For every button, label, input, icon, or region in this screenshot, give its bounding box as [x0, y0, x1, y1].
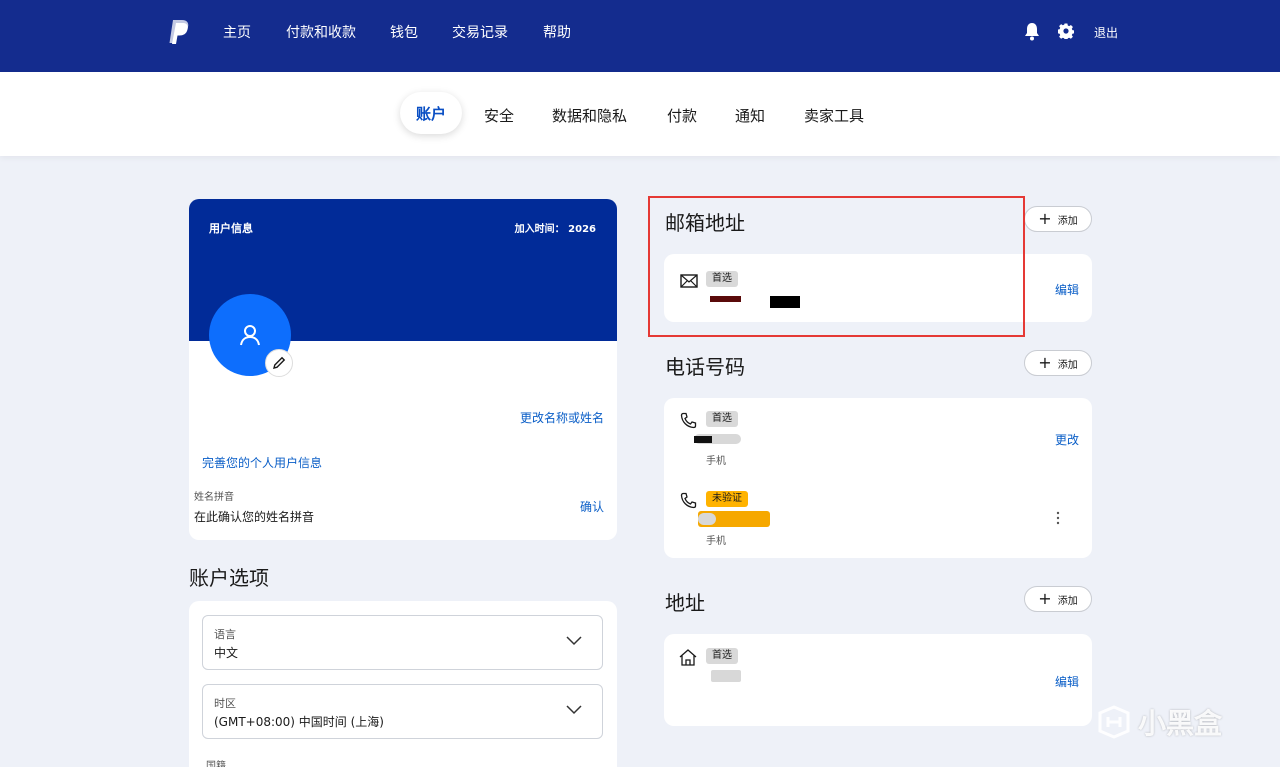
timezone-label: 时区	[214, 697, 236, 710]
plus-icon: +	[1038, 589, 1052, 608]
phone-section-title: 电话号码	[665, 355, 745, 379]
tab-notifications[interactable]: 通知	[735, 105, 765, 126]
redacted-email	[770, 296, 800, 308]
language-select[interactable]: 语言 中文	[202, 615, 603, 670]
edit-address-link[interactable]: 编辑	[1055, 673, 1079, 690]
nav-activity[interactable]: 交易记录	[452, 22, 508, 42]
unverified-badge: 未验证	[706, 491, 748, 507]
email-section-title: 邮箱地址	[665, 211, 745, 235]
chevron-down-icon	[566, 636, 582, 646]
add-email-button[interactable]: + 添加	[1024, 206, 1092, 232]
logout-link[interactable]: 退出	[1094, 24, 1118, 41]
account-options-card: 语言 中文 时区 (GMT+08:00) 中国时间 (上海) 国籍	[189, 601, 617, 767]
preferred-badge: 首选	[706, 271, 738, 287]
confirm-pinyin-link[interactable]: 确认	[580, 498, 604, 515]
tab-account[interactable]: 账户	[400, 92, 462, 134]
user-info-title: 用户信息	[209, 222, 253, 235]
watermark: 小黑盒	[1096, 702, 1222, 742]
redacted-address	[711, 670, 741, 682]
more-options-icon[interactable]	[1056, 511, 1060, 525]
paypal-logo[interactable]	[168, 19, 190, 45]
add-phone-button[interactable]: + 添加	[1024, 350, 1092, 376]
nav-wallet[interactable]: 钱包	[390, 22, 418, 42]
language-value: 中文	[214, 646, 239, 660]
nationality-label: 国籍	[206, 761, 226, 767]
chevron-down-icon	[566, 705, 582, 715]
mail-icon	[680, 274, 698, 288]
redacted-phone	[694, 436, 712, 443]
add-address-label: 添加	[1057, 595, 1078, 607]
change-phone-link[interactable]: 更改	[1055, 431, 1079, 448]
phone-icon	[680, 492, 697, 509]
phone-icon	[680, 412, 697, 429]
watermark-text: 小黑盒	[1138, 707, 1223, 740]
preferred-badge: 首选	[706, 411, 738, 427]
email-card: 首选 编辑	[664, 254, 1092, 322]
phone-type-label: 手机	[706, 456, 726, 467]
edit-avatar-button[interactable]	[265, 349, 293, 377]
timezone-select[interactable]: 时区 (GMT+08:00) 中国时间 (上海)	[202, 684, 603, 739]
gear-icon[interactable]	[1058, 23, 1074, 39]
top-navbar: 主页 付款和收款 钱包 交易记录 帮助 退出	[0, 0, 1280, 72]
address-card: 首选 编辑	[664, 634, 1092, 726]
add-address-button[interactable]: + 添加	[1024, 586, 1092, 612]
nav-pay-receive[interactable]: 付款和收款	[286, 22, 356, 42]
tab-security[interactable]: 安全	[484, 105, 514, 126]
address-section-title: 地址	[665, 591, 705, 615]
tab-payments[interactable]: 付款	[667, 105, 697, 126]
user-icon	[240, 325, 260, 346]
plus-icon: +	[1038, 353, 1052, 372]
add-phone-label: 添加	[1057, 359, 1078, 371]
language-label: 语言	[214, 628, 236, 641]
redacted-email	[710, 296, 741, 302]
settings-tabs: 账户 安全 数据和隐私 付款 通知 卖家工具	[0, 72, 1280, 156]
phone-card: 首选 手机 更改 未验证 手机	[664, 398, 1092, 558]
complete-profile-link[interactable]: 完善您的个人用户信息	[202, 454, 322, 471]
redacted-phone	[698, 513, 716, 525]
change-name-link[interactable]: 更改名称或姓名	[520, 409, 604, 426]
pinyin-label: 姓名拼音	[194, 492, 234, 503]
heybox-logo-icon	[1098, 705, 1130, 739]
pinyin-value: 在此确认您的姓名拼音	[194, 510, 315, 524]
phone-type-label: 手机	[706, 536, 726, 547]
nav-home[interactable]: 主页	[223, 22, 251, 42]
timezone-value: (GMT+08:00) 中国时间 (上海)	[214, 715, 384, 729]
account-options-title: 账户选项	[189, 566, 269, 590]
join-date: 加入时间： 2026	[514, 224, 596, 235]
tab-seller-tools[interactable]: 卖家工具	[804, 105, 864, 126]
pencil-icon	[273, 356, 286, 369]
edit-email-link[interactable]: 编辑	[1055, 281, 1079, 298]
tab-data-privacy[interactable]: 数据和隐私	[552, 105, 627, 126]
nav-help[interactable]: 帮助	[543, 22, 571, 42]
home-icon	[679, 649, 697, 666]
preferred-badge: 首选	[706, 648, 738, 664]
user-info-card: 用户信息 加入时间： 2026 更改名称或姓名 完善您的个人用户信息 姓名拼音 …	[189, 199, 617, 540]
bell-icon[interactable]	[1024, 20, 1040, 42]
plus-icon: +	[1038, 209, 1052, 228]
add-email-label: 添加	[1057, 215, 1078, 227]
